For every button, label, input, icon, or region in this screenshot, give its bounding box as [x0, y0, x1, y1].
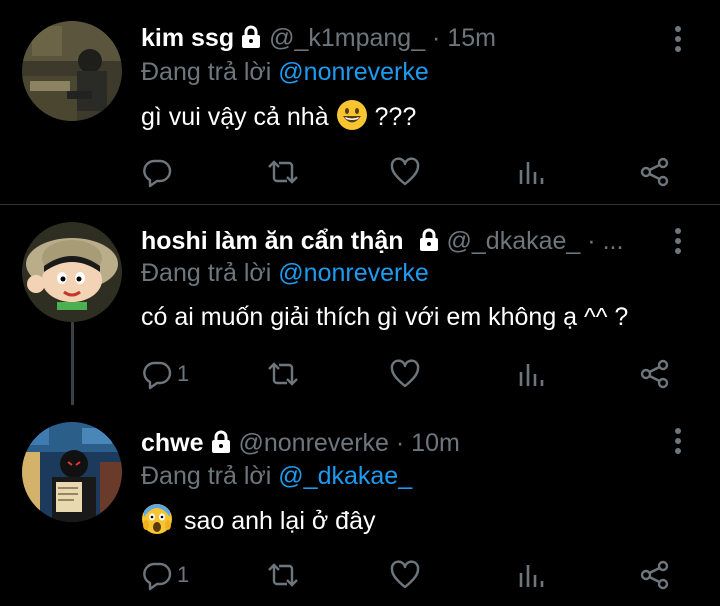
- avatar[interactable]: [22, 422, 122, 522]
- avatar[interactable]: [22, 21, 122, 121]
- replying-mention[interactable]: @_dkakae_: [278, 462, 412, 490]
- action-bar: [141, 155, 681, 189]
- like-icon: [389, 358, 421, 390]
- share-button[interactable]: [639, 558, 671, 592]
- display-name[interactable]: hoshi làm ăn cẩn thận: [141, 227, 404, 255]
- stats-icon: [517, 156, 547, 188]
- stats-button[interactable]: [517, 155, 547, 189]
- retweet-button[interactable]: [266, 558, 300, 592]
- more-icon[interactable]: [666, 21, 690, 57]
- action-bar: 1: [141, 558, 681, 592]
- replying-mention[interactable]: @nonreverke: [278, 58, 428, 86]
- display-name[interactable]: chwe: [141, 429, 204, 457]
- like-button[interactable]: [389, 558, 421, 592]
- stats-icon: [517, 358, 547, 390]
- separator: ·: [587, 227, 596, 255]
- timestamp[interactable]: 10m: [411, 429, 460, 457]
- replying-label: Đang trả lời: [141, 58, 272, 86]
- lock-icon: [418, 228, 440, 260]
- retweet-icon: [266, 358, 300, 390]
- stats-button[interactable]: [517, 357, 547, 391]
- thread-line: [71, 322, 74, 405]
- reply-icon: [141, 559, 173, 591]
- like-icon: [389, 559, 421, 591]
- avatar[interactable]: [22, 222, 122, 322]
- share-icon: [639, 358, 671, 390]
- display-name[interactable]: kim ssg: [141, 24, 234, 52]
- reply-count: 1: [177, 562, 190, 587]
- share-button[interactable]: [639, 357, 671, 391]
- action-bar: 1: [141, 357, 681, 391]
- retweet-button[interactable]: [266, 155, 300, 189]
- share-icon: [639, 559, 671, 591]
- reply-button[interactable]: 1: [141, 357, 189, 391]
- tweet-text: sao anh lại ở đây: [183, 507, 376, 535]
- lock-icon: [210, 430, 232, 462]
- tweet-text: gì vui vậy cả nhà: [141, 103, 329, 131]
- reply-button[interactable]: [141, 155, 173, 189]
- like-icon: [389, 156, 421, 188]
- separator: ·: [432, 24, 441, 52]
- face-screaming-in-fear-emoji: [141, 503, 173, 543]
- reply-icon: [141, 156, 173, 188]
- grinning-face-emoji: [336, 99, 368, 139]
- replying-mention[interactable]: @nonreverke: [278, 259, 428, 287]
- tweet-text: có ai muốn giải thích gì với em không ạ …: [141, 303, 629, 331]
- tweet-kim-ssg[interactable]: kim ssg @_k1mpang_ · 15m Đang trả lời @n…: [0, 0, 720, 203]
- like-button[interactable]: [389, 357, 421, 391]
- share-button[interactable]: [639, 155, 671, 189]
- timestamp[interactable]: ...: [603, 227, 624, 255]
- tweet-chwe[interactable]: chwe @nonreverke · 10m Đang trả lời @_dk…: [0, 405, 720, 606]
- tweet-text-suffix: ???: [374, 103, 417, 131]
- tweet-hoshi[interactable]: hoshi làm ăn cẩn thận @_dkakae_ · ... Đa…: [0, 205, 720, 405]
- reply-count: 1: [177, 361, 190, 386]
- handle[interactable]: @nonreverke: [238, 429, 388, 457]
- reply-icon: [141, 358, 173, 390]
- share-icon: [639, 156, 671, 188]
- separator: ·: [395, 429, 405, 457]
- retweet-icon: [266, 559, 300, 591]
- retweet-icon: [266, 156, 300, 188]
- like-button[interactable]: [389, 155, 421, 189]
- more-icon[interactable]: [666, 223, 690, 259]
- handle[interactable]: @_dkakae_: [447, 227, 581, 255]
- lock-icon: [240, 25, 262, 57]
- more-icon[interactable]: [666, 423, 690, 459]
- reply-button[interactable]: 1: [141, 558, 189, 592]
- stats-button[interactable]: [517, 558, 547, 592]
- handle[interactable]: @_k1mpang_: [269, 24, 425, 52]
- retweet-button[interactable]: [266, 357, 300, 391]
- stats-icon: [517, 559, 547, 591]
- replying-label: Đang trả lời: [141, 259, 272, 287]
- replying-label: Đang trả lời: [141, 462, 272, 490]
- timestamp[interactable]: 15m: [447, 24, 496, 52]
